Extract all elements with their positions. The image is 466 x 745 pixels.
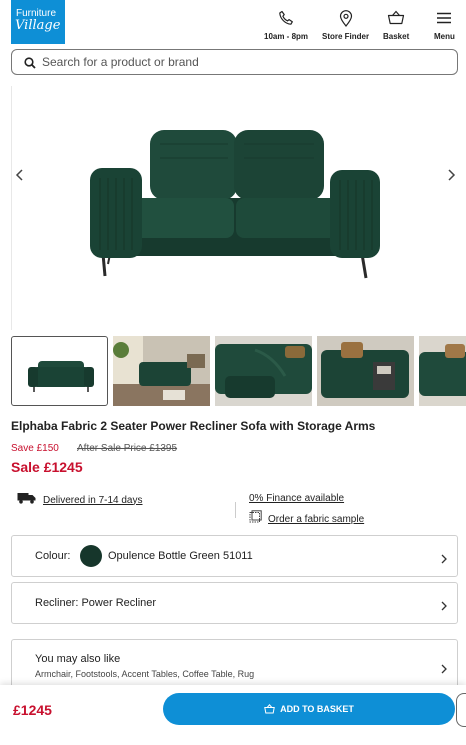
hours-label: 10am - 8pm bbox=[264, 32, 309, 41]
thumbnail-3[interactable] bbox=[215, 336, 312, 406]
also-like-title: You may also like bbox=[35, 653, 121, 665]
thumbnail-storage-arm-image bbox=[317, 336, 414, 406]
product-title: Elphaba Fabric 2 Seater Power Recliner S… bbox=[11, 419, 376, 433]
info-divider bbox=[235, 502, 236, 518]
search-input[interactable] bbox=[42, 53, 442, 71]
sticky-price: £1245 bbox=[13, 702, 52, 718]
menu-label: Menu bbox=[434, 32, 455, 41]
carousel-next-arrow-icon[interactable] bbox=[444, 168, 458, 182]
search-icon bbox=[24, 56, 36, 74]
fabric-sample-text: Order a fabric sample bbox=[268, 513, 365, 525]
product-image-carousel[interactable] bbox=[0, 86, 466, 332]
opening-hours-link[interactable]: 10am - 8pm bbox=[264, 9, 308, 41]
menu-button[interactable]: Menu bbox=[434, 9, 455, 41]
thumbnail-1[interactable] bbox=[11, 336, 108, 406]
logo-line2: Village bbox=[15, 18, 61, 33]
site-header: Furniture Village 10am - 8pm Store Finde… bbox=[0, 0, 466, 46]
delivery-truck-icon bbox=[17, 491, 37, 509]
fabric-swatch-icon bbox=[249, 510, 262, 528]
store-finder-link[interactable]: Store Finder bbox=[322, 9, 369, 41]
save-amount: Save £150 bbox=[11, 443, 59, 454]
after-sale-price: After Sale Price £1395 bbox=[77, 443, 178, 454]
recliner-label: Recliner: Power Recliner bbox=[35, 597, 157, 609]
finance-link[interactable]: 0% Finance available bbox=[249, 493, 344, 504]
sticky-add-to-basket-bar: £1245 ADD TO BASKET bbox=[0, 685, 466, 745]
carousel-prev-arrow-icon[interactable] bbox=[13, 168, 27, 182]
fabric-sample-link[interactable]: Order a fabric sample bbox=[249, 510, 364, 528]
recliner-selector[interactable]: Recliner: Power Recliner bbox=[11, 582, 458, 624]
search-bar bbox=[11, 49, 458, 75]
delivery-text: Delivered in 7-14 days bbox=[43, 494, 143, 506]
colour-selector[interactable]: Colour: Opulence Bottle Green 51011 bbox=[11, 535, 458, 577]
thumbnail-recliner-detail-image bbox=[215, 336, 312, 406]
thumbnail-strip bbox=[11, 336, 466, 406]
delivery-info-link[interactable]: Delivered in 7-14 days bbox=[17, 491, 143, 509]
sale-price: Sale £1245 bbox=[11, 459, 83, 475]
thumbnail-room-scene-image bbox=[113, 336, 210, 406]
chevron-right-icon bbox=[440, 598, 448, 616]
basket-icon bbox=[387, 9, 405, 27]
basket-link[interactable]: Basket bbox=[383, 9, 409, 41]
colour-swatch bbox=[80, 545, 102, 567]
side-tab-handle[interactable] bbox=[456, 693, 466, 727]
thumbnail-5[interactable] bbox=[419, 336, 466, 406]
add-to-basket-label: ADD TO BASKET bbox=[280, 704, 354, 714]
colour-value: Opulence Bottle Green 51011 bbox=[108, 550, 253, 562]
hamburger-menu-icon bbox=[436, 9, 452, 27]
thumbnail-side-angle-image bbox=[419, 336, 466, 406]
chevron-right-icon bbox=[440, 661, 448, 679]
basket-label: Basket bbox=[383, 32, 410, 41]
chevron-right-icon bbox=[440, 551, 448, 569]
also-like-subtitle: Armchair, Footstools, Accent Tables, Cof… bbox=[35, 669, 255, 679]
colour-label: Colour: bbox=[35, 550, 71, 562]
brand-logo[interactable]: Furniture Village bbox=[11, 0, 65, 44]
phone-icon bbox=[278, 9, 294, 27]
thumbnail-4[interactable] bbox=[317, 336, 414, 406]
thumbnail-2[interactable] bbox=[113, 336, 210, 406]
store-finder-label: Store Finder bbox=[322, 32, 370, 41]
sofa-main-image bbox=[90, 130, 380, 279]
basket-icon bbox=[264, 702, 275, 717]
add-to-basket-button[interactable]: ADD TO BASKET bbox=[163, 693, 455, 725]
location-pin-icon bbox=[339, 9, 353, 27]
thumbnail-sofa-front-image bbox=[28, 361, 94, 392]
